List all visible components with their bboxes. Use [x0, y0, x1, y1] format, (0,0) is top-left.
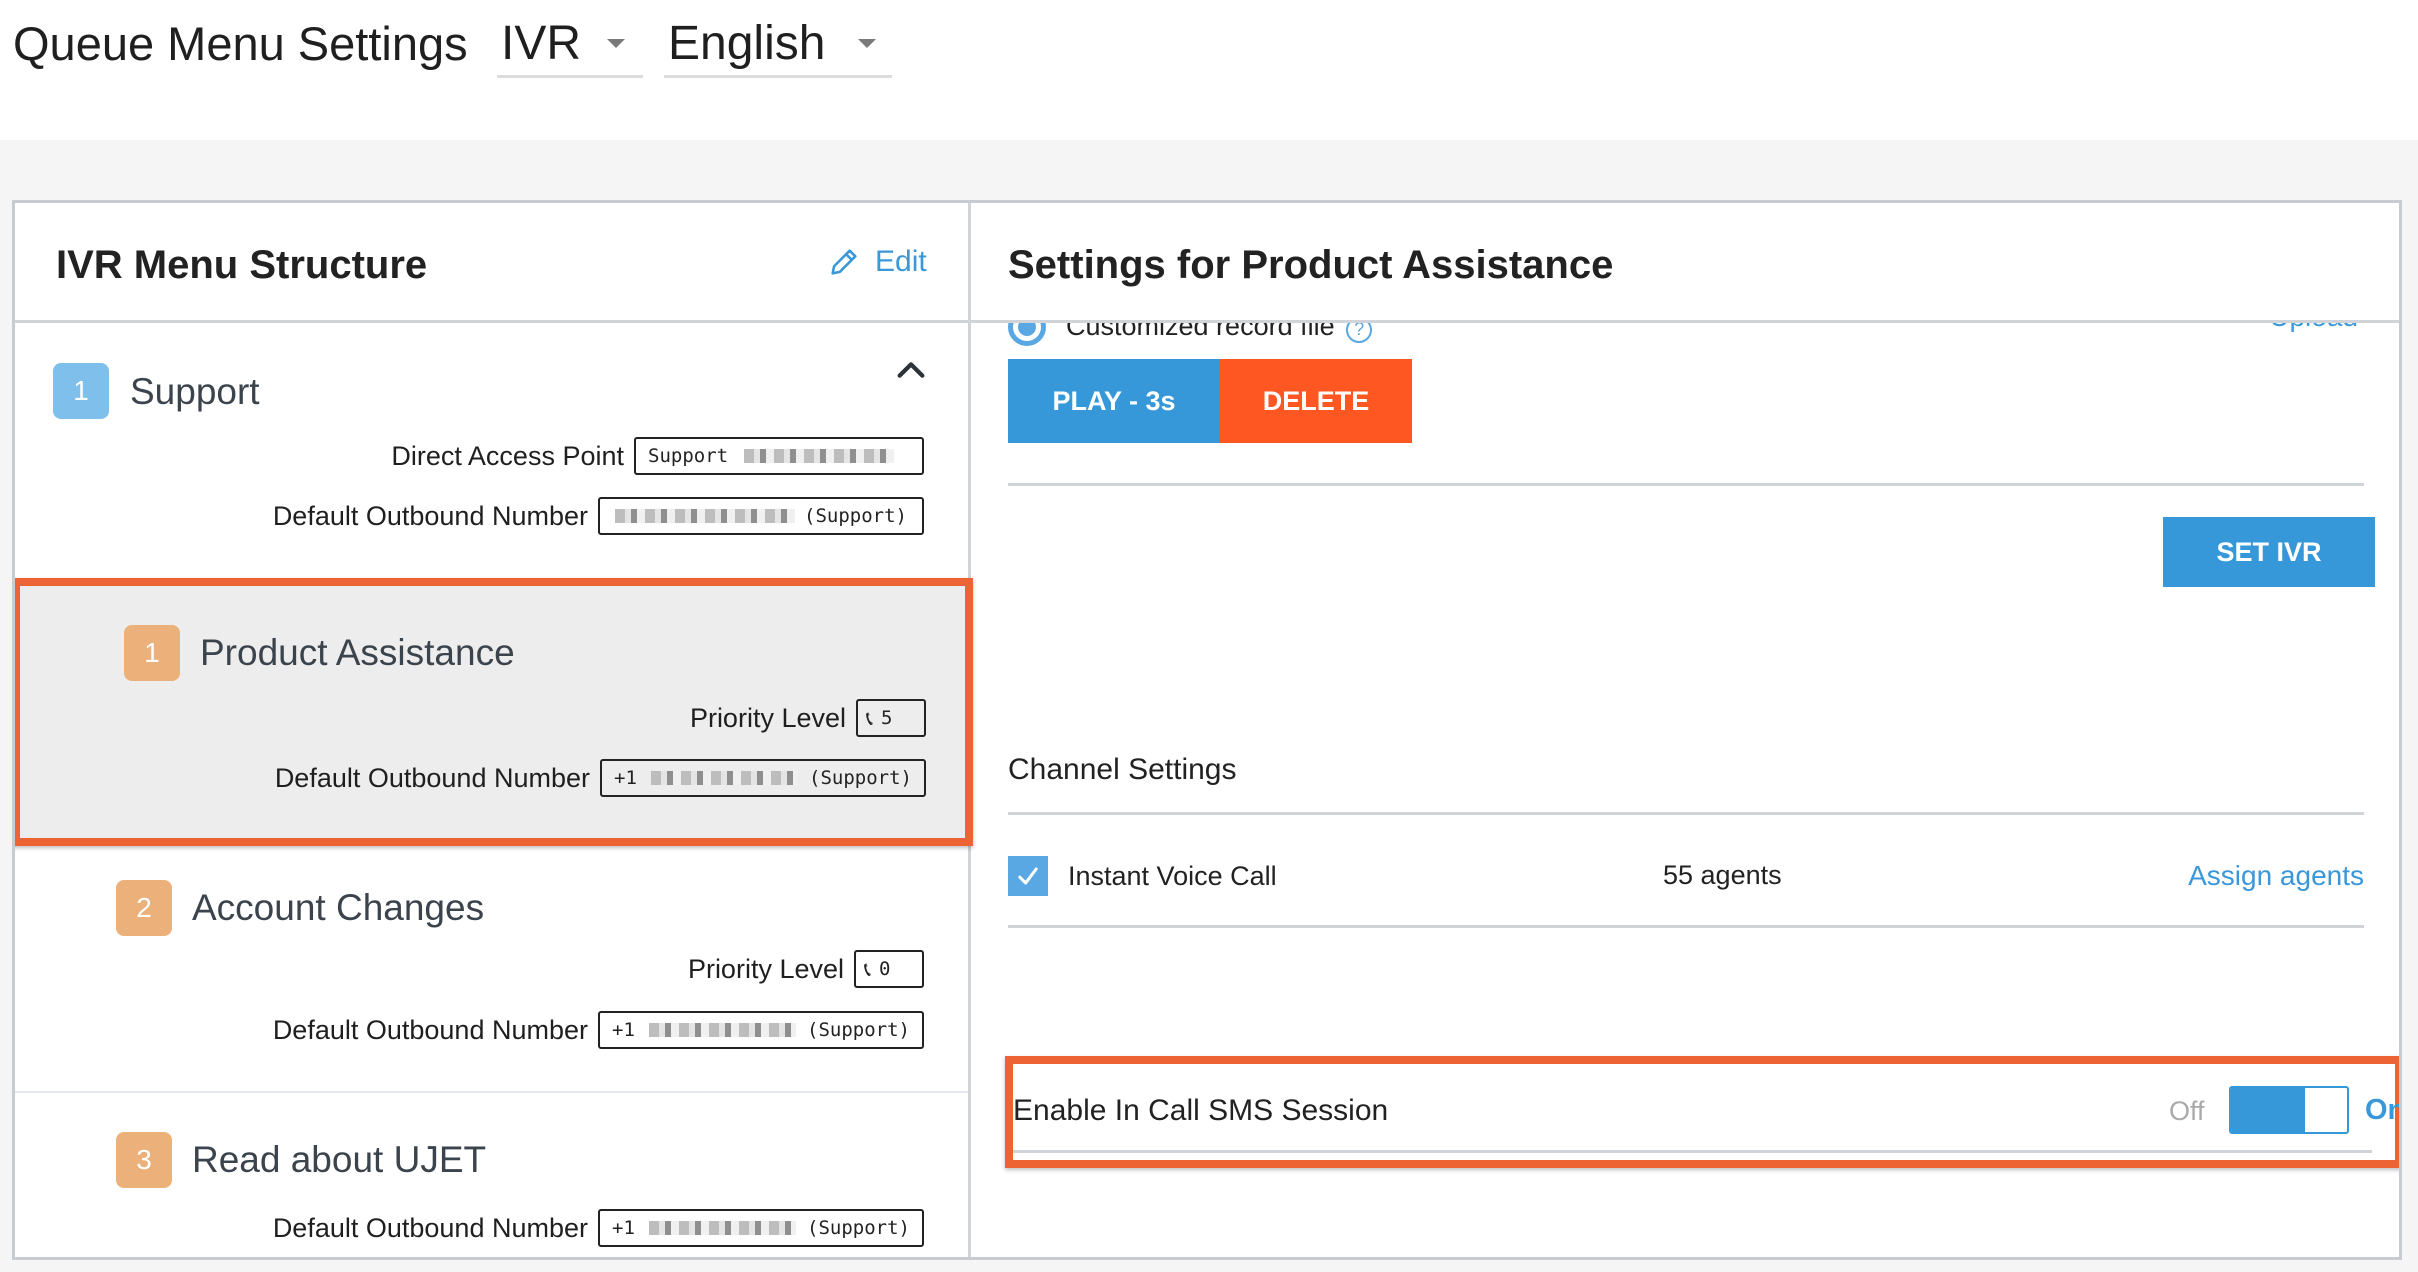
default-outbound-number-row: Default Outbound Number +1 (Support): [273, 1209, 924, 1247]
checkmark-icon: [1018, 867, 1038, 885]
value-prefix: +1: [612, 1217, 635, 1239]
delete-button[interactable]: DELETE: [1220, 359, 1412, 443]
settings-title: Settings for Product Assistance: [1008, 243, 1614, 287]
ivr-menu-structure-header: IVR Menu Structure Edit: [15, 203, 968, 323]
direct-access-point-value: Support: [634, 437, 924, 475]
redacted-value: [615, 509, 795, 523]
redacted-value: [650, 771, 799, 785]
priority-level-value: 📞︎ 0: [854, 950, 924, 988]
phone-icon: 📞︎: [864, 957, 871, 981]
field-label: Default Outbound Number: [272, 1212, 588, 1243]
value-prefix: +1: [612, 1019, 635, 1041]
menu-item-name: Support: [130, 371, 260, 412]
language-value: English: [668, 17, 826, 70]
queue-type-select[interactable]: IVR: [497, 12, 643, 78]
edit-button[interactable]: Edit: [827, 245, 927, 279]
caret-down-icon: [607, 39, 625, 48]
redacted-value: [648, 1221, 797, 1235]
instant-voice-call-checkbox[interactable]: [1008, 856, 1048, 896]
top-bar: Queue Menu Settings IVR English: [0, 0, 2418, 140]
value-suffix: (Support): [804, 505, 907, 527]
section-divider: [1008, 812, 2364, 815]
menu-item-name: Read about UJET: [192, 1139, 487, 1180]
field-label: Priority Level: [687, 953, 844, 984]
field-label: Default Outbound Number: [274, 762, 590, 793]
toggle-off-label: Off: [2169, 1096, 2205, 1126]
sms-session-setting: Enable In Call SMS Session Off On: [1005, 1056, 2402, 1168]
channel-label: Instant Voice Call: [1068, 861, 1277, 891]
priority-level-row: Priority Level 📞︎ 5: [690, 699, 926, 737]
menu-item-read-about-ujet[interactable]: 3 Read about UJET Default Outbound Numbe…: [15, 1093, 968, 1257]
set-ivr-button[interactable]: SET IVR: [2163, 517, 2375, 587]
default-outbound-number-row: Default Outbound Number +1 (Support): [275, 759, 926, 797]
settings-header: Settings for Product Assistance: [971, 203, 2399, 323]
field-label: Default Outbound Number: [272, 1014, 588, 1045]
value-prefix: +1: [614, 767, 637, 789]
toggle-on-label: On: [2365, 1094, 2402, 1126]
toggle-fill: [2231, 1088, 2306, 1132]
sms-session-label: Enable In Call SMS Session: [1013, 1094, 1389, 1127]
menu-item-name: Product Assistance: [200, 632, 515, 673]
section-divider: [1008, 925, 2364, 928]
menu-item-number-badge: 1: [124, 625, 180, 681]
menu-item-number-badge: 1: [53, 363, 109, 419]
menu-item-support[interactable]: 1 Support Direct Access Point Support De…: [15, 323, 968, 578]
menu-item-name: Account Changes: [192, 887, 485, 928]
priority-value: 0: [879, 958, 891, 980]
chevron-up-icon[interactable]: [894, 353, 928, 387]
value-suffix: (Support): [809, 767, 912, 789]
field-label: Default Outbound Number: [272, 500, 588, 531]
direct-access-point-row: Direct Access Point Support: [391, 437, 924, 475]
settings-panel: Settings for Product Assistance Customiz…: [971, 203, 2402, 1257]
default-outbound-number-value: +1 (Support): [600, 759, 926, 797]
priority-level-row: Priority Level 📞︎ 0: [688, 950, 924, 988]
menu-item-number-badge: 2: [116, 880, 172, 936]
priority-value: 5: [881, 707, 893, 729]
default-outbound-number-value: (Support): [598, 497, 924, 535]
default-outbound-number-row: Default Outbound Number +1 (Support): [273, 1011, 924, 1049]
sms-session-toggle[interactable]: [2229, 1086, 2349, 1134]
default-outbound-number-value: +1 (Support): [598, 1209, 924, 1247]
agent-count: 55 agents: [1663, 860, 1782, 890]
menu-item-account-changes[interactable]: 2 Account Changes Priority Level 📞︎ 0 De…: [15, 846, 968, 1091]
pencil-icon: [831, 249, 857, 275]
redacted-value: [744, 449, 895, 463]
page-title: Queue Menu Settings: [13, 17, 468, 70]
edit-label: Edit: [875, 245, 927, 278]
queue-settings-panel: IVR Menu Structure Edit 1 Support Direct…: [12, 200, 2402, 1260]
ivr-menu-structure-title: IVR Menu Structure: [56, 243, 428, 287]
value-suffix: (Support): [807, 1019, 910, 1041]
language-select[interactable]: English: [664, 12, 892, 78]
priority-level-value: 📞︎ 5: [856, 699, 926, 737]
play-button[interactable]: PLAY - 3s: [1008, 359, 1220, 443]
value-suffix: (Support): [807, 1217, 910, 1239]
caret-down-icon: [858, 39, 876, 48]
menu-item-product-assistance[interactable]: 1 Product Assistance Priority Level 📞︎ 5…: [15, 578, 973, 846]
channel-row-instant-voice-call: Instant Voice Call 55 agents Assign agen…: [1008, 856, 2364, 898]
value-prefix: Support: [648, 445, 729, 467]
menu-item-number-badge: 3: [116, 1132, 172, 1188]
field-label: Direct Access Point: [391, 440, 624, 471]
section-divider: [1013, 1150, 2372, 1153]
default-outbound-number-row: Default Outbound Number (Support): [273, 497, 924, 535]
field-label: Priority Level: [689, 702, 846, 733]
phone-icon: 📞︎: [866, 706, 873, 730]
queue-type-value: IVR: [501, 17, 582, 70]
redacted-value: [648, 1023, 797, 1037]
default-outbound-number-value: +1 (Support): [598, 1011, 924, 1049]
channel-settings-title: Channel Settings: [1008, 753, 1237, 786]
assign-agents-link[interactable]: Assign agents: [2188, 860, 2364, 892]
section-divider: [1008, 483, 2364, 486]
